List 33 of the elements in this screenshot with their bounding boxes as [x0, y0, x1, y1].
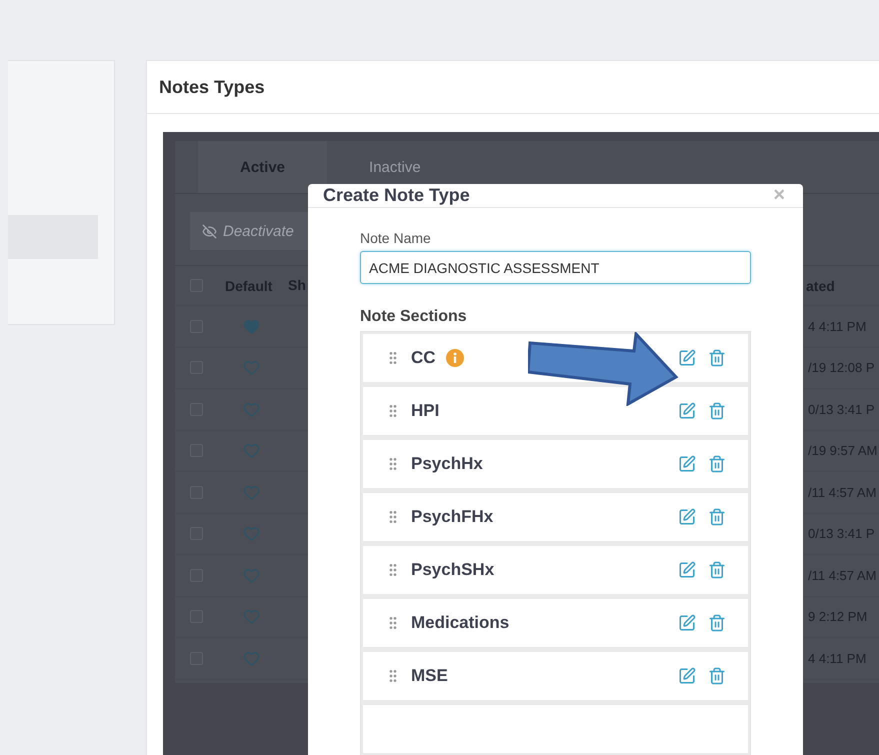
info-icon[interactable] — [446, 349, 464, 367]
note-name-field[interactable]: ACME DIAGNOSTIC ASSESSMENT — [360, 251, 751, 284]
delete-button[interactable] — [708, 667, 726, 685]
delete-button[interactable] — [708, 455, 726, 473]
edit-button[interactable] — [678, 402, 696, 420]
card-title: Notes Types — [159, 76, 265, 98]
edit-button[interactable] — [678, 561, 696, 579]
edit-button[interactable] — [678, 667, 696, 685]
delete-button[interactable] — [708, 614, 726, 632]
section-row[interactable]: PsychSHx — [363, 546, 748, 594]
delete-button[interactable] — [708, 349, 726, 367]
section-name: PsychFHx — [411, 507, 494, 527]
section-row[interactable]: MSE — [363, 652, 748, 700]
delete-button[interactable] — [708, 508, 726, 526]
field-label: Note Name — [360, 230, 432, 246]
section-row[interactable]: Medications — [363, 599, 748, 647]
section-name: Medications — [411, 613, 510, 633]
section-heading: Note Sections — [360, 308, 468, 326]
section-row[interactable]: PsychFHx — [363, 493, 748, 541]
section-name: HPI — [411, 401, 440, 421]
section-name: CC — [411, 348, 436, 368]
section-name: PsychHx — [411, 454, 483, 474]
edit-button[interactable] — [678, 614, 696, 632]
section-name: MSE — [411, 666, 448, 686]
section-row[interactable]: PsychHx — [363, 440, 748, 488]
section-row[interactable]: HPI — [363, 387, 748, 435]
section-name: PsychSHx — [411, 560, 494, 580]
edit-button[interactable] — [678, 349, 696, 367]
edit-button[interactable] — [678, 508, 696, 526]
delete-button[interactable] — [708, 402, 726, 420]
edit-button[interactable] — [678, 455, 696, 473]
delete-button[interactable] — [708, 561, 726, 579]
eye-off-icon — [202, 224, 217, 238]
